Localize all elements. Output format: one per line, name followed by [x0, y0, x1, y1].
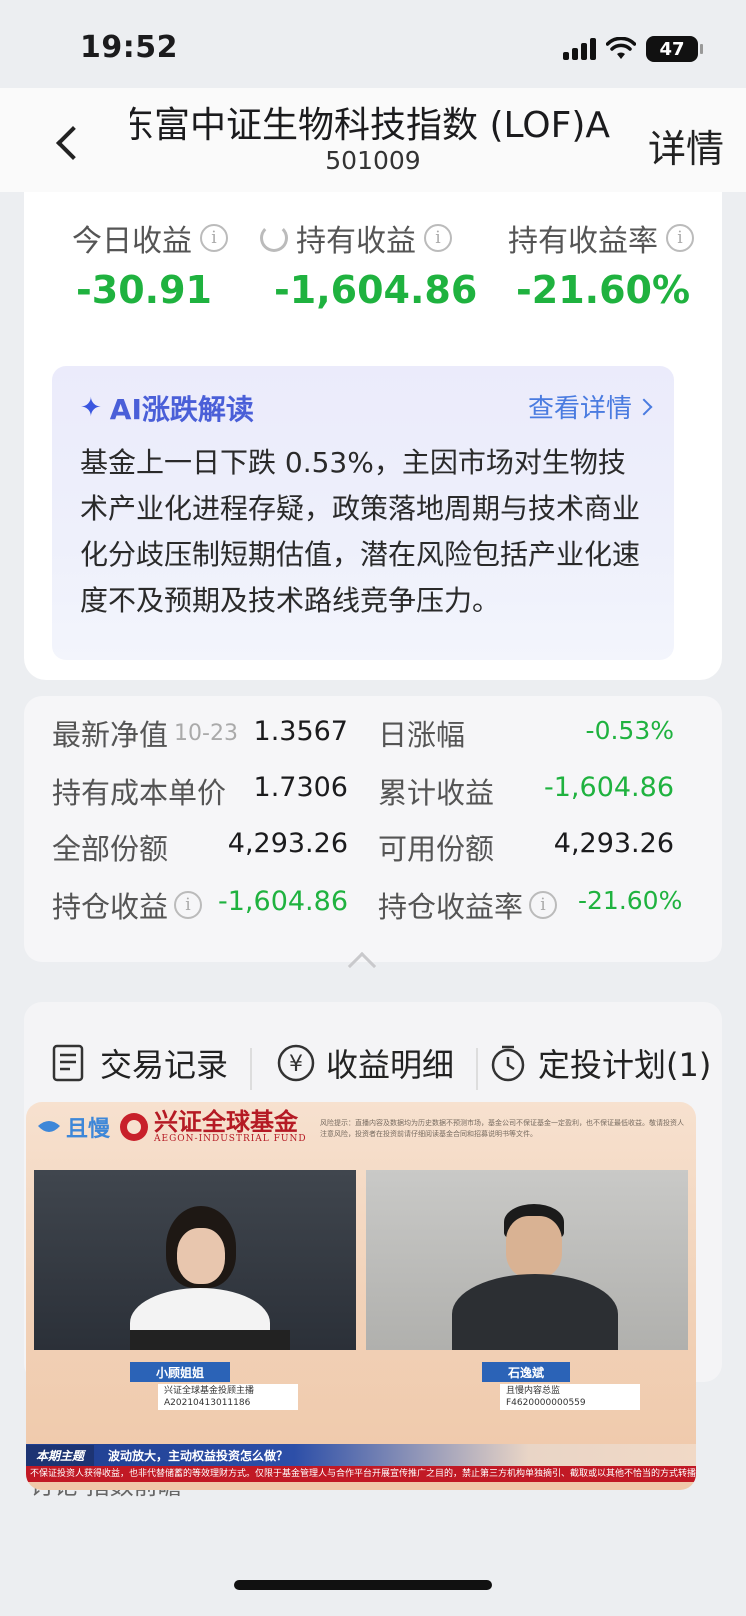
brand-name-en: AEGON-INDUSTRIAL FUND — [154, 1134, 307, 1144]
ai-view-details-label: 查看详情 — [527, 394, 632, 424]
income-detail-label: 收益明细 — [326, 1046, 455, 1084]
host-left-title: 兴证全球基金投顾主播 — [164, 1386, 255, 1396]
qiemo-label: 且慢 — [66, 1117, 111, 1142]
nav-date: 10-23 — [174, 720, 238, 746]
brand-name: 兴证全球基金 — [154, 1107, 299, 1136]
ai-title: AI涨跌解读 — [109, 393, 254, 426]
transaction-records-button[interactable]: 交易记录 — [50, 1040, 228, 1086]
nav-label: 最新净值 — [52, 718, 169, 752]
income-detail-button[interactable]: ¥ 收益明细 — [276, 1040, 454, 1086]
status-time: 19:52 — [80, 30, 178, 65]
qiemo-logo-icon — [38, 1121, 60, 1132]
ai-insight-text: 基金上一日下跌 0.53%，主因市场对生物技术产业化进程存疑，政策落地周期与技术… — [80, 446, 641, 617]
info-icon[interactable]: i — [424, 224, 452, 252]
divider — [250, 1048, 252, 1090]
investment-plan-label: 定投计划(1) — [538, 1046, 712, 1084]
battery-icon: 47 — [646, 36, 703, 62]
position-rate-value: -21.60% — [578, 886, 683, 915]
fund-name: 东富中证生物科技指数 (LOF)A — [130, 105, 610, 146]
info-icon[interactable]: i — [666, 224, 694, 252]
position-profit-value: -1,604.86 — [218, 886, 348, 917]
available-shares-label: 可用份额 — [378, 832, 495, 866]
chevron-right-icon — [635, 398, 653, 415]
nav-label-row: 最新净值 10-23 — [52, 712, 238, 754]
holding-profit-value: -1,604.86 — [274, 268, 478, 312]
host-right-title: 且慢内容总监 — [506, 1386, 561, 1396]
holding-rate-label-row: 持有收益率 i — [508, 216, 694, 260]
info-icon[interactable]: i — [529, 891, 558, 919]
fund-brand-logo: 兴证全球基金 AEGON-INDUSTRIAL FUND — [120, 1110, 307, 1144]
topic-text: 波动放大，主动权益投资怎么做？ — [108, 1448, 289, 1463]
daily-change-value: -0.53% — [585, 716, 674, 745]
position-rate-label-row: 持仓收益率 i — [378, 884, 558, 926]
total-shares-label: 全部份额 — [52, 832, 169, 866]
ai-view-details-button[interactable]: 查看详情 — [527, 388, 653, 425]
wifi-icon — [606, 37, 636, 59]
host-right-name: 石逸斌 — [482, 1362, 571, 1382]
total-shares-value: 4,293.26 — [227, 828, 348, 859]
today-profit-label: 今日收益 — [72, 224, 192, 259]
position-profit-label-row: 持仓收益 i — [52, 884, 203, 926]
host-left-video — [34, 1170, 356, 1350]
fund-code: 501009 — [325, 146, 421, 175]
qiemo-logo: 且慢 — [36, 1111, 110, 1143]
status-icons: 47 — [563, 36, 703, 62]
divider — [476, 1048, 478, 1090]
cumulative-value: -1,604.86 — [544, 772, 674, 803]
video-logos: 且慢 兴证全球基金 AEGON-INDUSTRIAL FUND — [36, 1110, 307, 1144]
home-indicator[interactable] — [234, 1580, 492, 1590]
cumulative-label: 累计收益 — [378, 776, 495, 810]
host-right-video — [366, 1170, 688, 1350]
host-right-info: 且慢内容总监 F4620000000559 — [500, 1384, 640, 1410]
daily-change-label: 日涨幅 — [378, 718, 466, 752]
holding-profit-label: 持有收益 — [296, 224, 416, 259]
yen-circle-icon: ¥ — [276, 1043, 316, 1083]
floating-live-video[interactable]: 且慢 兴证全球基金 AEGON-INDUSTRIAL FUND 风险提示：直播内… — [26, 1102, 696, 1490]
position-rate-label: 持仓收益率 — [378, 890, 524, 924]
disclaimer-ticker: 不保证投资人获得收益，也非代替储蓄的等效理财方式。仅限于基金管理人与合作平台开展… — [26, 1466, 696, 1482]
info-icon[interactable]: i — [200, 224, 228, 252]
topic-bar: 本期主题 波动放大，主动权益投资怎么做？ — [26, 1444, 696, 1466]
refresh-icon[interactable] — [260, 224, 288, 252]
host-left-name: 小顾姐姐 — [130, 1362, 231, 1382]
position-profit-label: 持仓收益 — [52, 890, 169, 924]
host-left-id: A20210413011186 — [164, 1398, 251, 1408]
sparkle-icon: ✦ — [80, 393, 102, 423]
signal-icon — [563, 38, 596, 60]
holding-rate-value: -21.60% — [516, 268, 691, 312]
today-profit-label-row: 今日收益 i — [72, 216, 228, 260]
nav-value: 1.3567 — [253, 716, 348, 747]
today-profit-value: -30.91 — [76, 268, 212, 312]
available-shares-value: 4,293.26 — [553, 828, 674, 859]
document-list-icon — [50, 1043, 90, 1083]
transaction-records-label: 交易记录 — [100, 1046, 229, 1084]
risk-notice: 风险提示：直播内容及数据均为历史数据不预测市场，基金公司不保证基金一定盈利，也不… — [320, 1119, 684, 1138]
ai-title-row: ✦ AI涨跌解读 — [80, 388, 254, 428]
holding-profit-label-row: 持有收益 i — [260, 216, 452, 260]
brand-logo-icon — [120, 1113, 149, 1141]
investment-plan-button[interactable]: 定投计划(1) — [488, 1040, 711, 1086]
svg-text:¥: ¥ — [289, 1052, 303, 1077]
topic-tag: 本期主题 — [26, 1444, 95, 1466]
host-right-id: F4620000000559 — [506, 1398, 586, 1408]
detail-button[interactable]: 详情 — [648, 118, 724, 173]
host-left-info: 兴证全球基金投顾主播 A20210413011186 — [158, 1384, 298, 1410]
cost-value: 1.7306 — [253, 772, 348, 803]
cost-label: 持有成本单价 — [52, 776, 227, 810]
holding-rate-label: 持有收益率 — [508, 224, 658, 259]
info-icon[interactable]: i — [174, 891, 203, 919]
clock-icon — [488, 1043, 528, 1083]
